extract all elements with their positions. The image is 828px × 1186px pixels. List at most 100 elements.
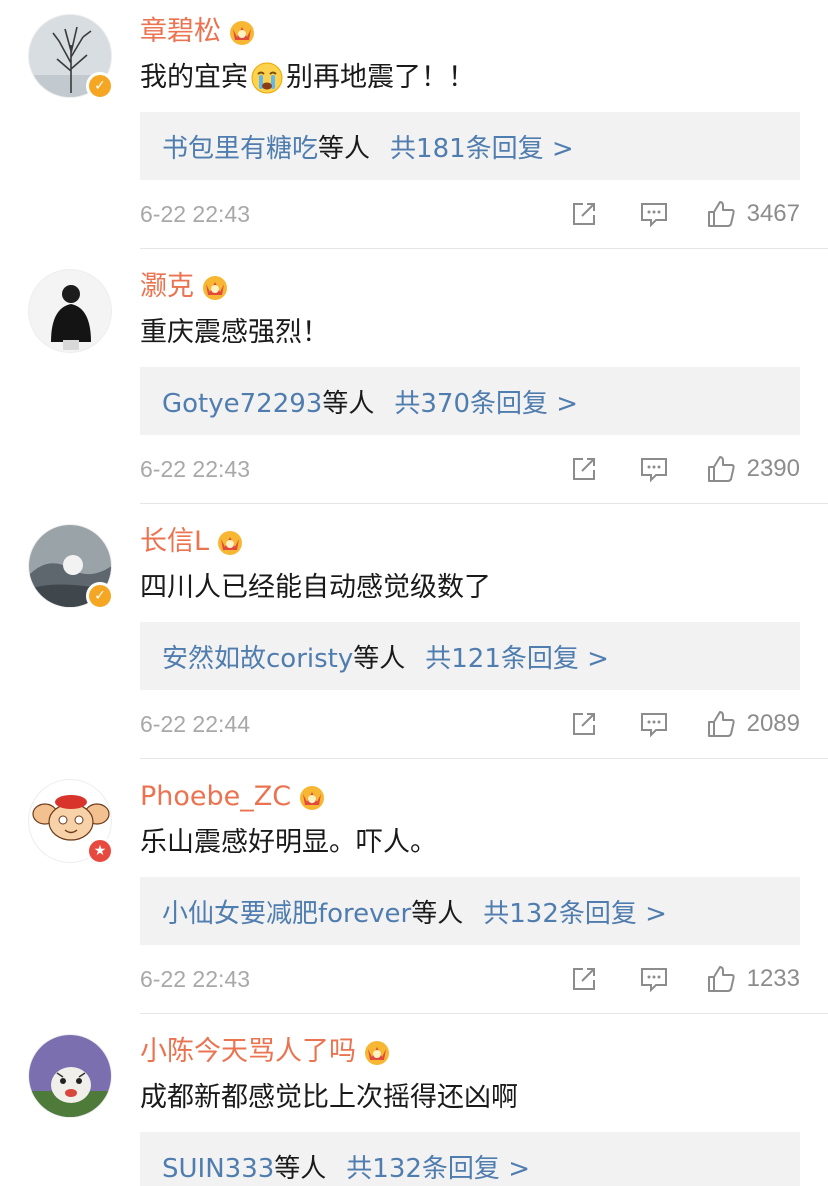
meta-row: 6-22 22:43 1233 bbox=[140, 961, 800, 997]
username[interactable]: 章碧松 bbox=[140, 14, 221, 50]
like-count: 1233 bbox=[746, 965, 800, 992]
comment-item: ★ Phoebe_ZC 乐山震感好明显。吓人。 小仙女要减肥forever等人 … bbox=[0, 765, 828, 1020]
comment-text: 成都新都感觉比上次摇得还凶啊 bbox=[140, 1078, 518, 1118]
reply-users[interactable]: 小仙女要减肥forever等人 bbox=[162, 893, 463, 930]
reply-users[interactable]: Gotye72293等人 bbox=[162, 383, 374, 420]
comment-item: 灏克 重庆震感强烈！ Gotye72293等人 共370条回复 > 6-22 2… bbox=[0, 255, 828, 510]
timestamp: 6-22 22:43 bbox=[140, 965, 250, 992]
white-tiger-avatar-icon bbox=[29, 1035, 111, 1117]
avatar-image bbox=[28, 1034, 112, 1118]
name-row: Phoebe_ZC bbox=[140, 779, 327, 815]
thumbs-up-icon bbox=[707, 966, 735, 992]
reply-users-suffix: 等人 bbox=[353, 643, 406, 674]
comment-icon[interactable] bbox=[639, 454, 669, 484]
vip-crown-icon[interactable] bbox=[362, 1037, 392, 1067]
reply-count-link[interactable]: 共132条回复 > bbox=[346, 1148, 530, 1185]
like-button[interactable]: 2390 bbox=[705, 453, 800, 485]
meta-row: 6-22 22:43 2390 bbox=[140, 451, 800, 487]
comment-text: 四川人已经能自动感觉级数了 bbox=[140, 568, 491, 608]
reply-users-name: 小仙女要减肥forever bbox=[162, 898, 412, 929]
comment-text: 乐山震感好明显。吓人。 bbox=[140, 823, 437, 863]
username[interactable]: 长信L bbox=[140, 524, 209, 560]
comment-text: 我的宜宾 别再地震了！！ bbox=[140, 58, 475, 98]
vip-crown-icon[interactable] bbox=[227, 17, 257, 47]
reply-users-suffix: 等人 bbox=[318, 133, 371, 164]
like-count: 2089 bbox=[746, 710, 800, 737]
share-icon[interactable] bbox=[569, 964, 599, 994]
share-icon[interactable] bbox=[569, 454, 599, 484]
reply-summary[interactable]: 安然如故coristy等人 共121条回复 > bbox=[140, 622, 800, 690]
avatar[interactable] bbox=[28, 1034, 112, 1118]
comment-text-part: 别再地震了！！ bbox=[286, 62, 475, 93]
reply-users-suffix: 等人 bbox=[411, 898, 464, 929]
timestamp: 6-22 22:44 bbox=[140, 710, 250, 737]
reply-summary[interactable]: 书包里有糖吃等人 共181条回复 > bbox=[140, 112, 800, 180]
verified-badge-icon: ✓ bbox=[86, 582, 114, 610]
reply-count-link[interactable]: 共132条回复 > bbox=[483, 893, 667, 930]
thumbs-up-icon bbox=[707, 456, 735, 482]
vip-crown-icon[interactable] bbox=[200, 272, 230, 302]
reply-users[interactable]: SUIN333等人 bbox=[162, 1148, 326, 1185]
share-icon[interactable] bbox=[569, 709, 599, 739]
reply-summary[interactable]: 小仙女要减肥forever等人 共132条回复 > bbox=[140, 877, 800, 945]
name-row: 小陈今天骂人了吗 bbox=[140, 1034, 392, 1070]
vip-crown-icon[interactable] bbox=[297, 782, 327, 812]
like-button[interactable]: 1233 bbox=[705, 963, 800, 995]
divider bbox=[140, 248, 828, 249]
meta-row: 6-22 22:44 2089 bbox=[140, 706, 800, 742]
reply-users-suffix: 等人 bbox=[274, 1153, 327, 1184]
reply-count-link[interactable]: 共181条回复 > bbox=[390, 128, 574, 165]
comment-item: ✓ 长信L 四川人已经能自动感觉级数了 安然如故coristy等人 共121条回… bbox=[0, 510, 828, 765]
share-icon[interactable] bbox=[569, 199, 599, 229]
reply-count-link[interactable]: 共370条回复 > bbox=[394, 383, 578, 420]
red-star-badge-icon: ★ bbox=[86, 837, 114, 865]
username[interactable]: 小陈今天骂人了吗 bbox=[140, 1034, 356, 1070]
comment-text-part: 成都新都感觉比上次摇得还凶啊 bbox=[140, 1082, 518, 1113]
reply-users-name: 书包里有糖吃 bbox=[162, 133, 319, 164]
reply-users-suffix: 等人 bbox=[322, 388, 375, 419]
avatar[interactable]: ✓ bbox=[28, 14, 114, 100]
avatar[interactable] bbox=[28, 269, 112, 353]
username[interactable]: 灏克 bbox=[140, 269, 194, 305]
comment-icon[interactable] bbox=[639, 709, 669, 739]
username[interactable]: Phoebe_ZC bbox=[140, 779, 291, 815]
actions: 1233 bbox=[569, 963, 800, 995]
person-silhouette-avatar-icon bbox=[29, 270, 111, 352]
comment-icon[interactable] bbox=[639, 199, 669, 229]
comment-text-part: 我的宜宾 bbox=[140, 62, 248, 93]
like-count: 3467 bbox=[746, 200, 800, 227]
like-button[interactable]: 3467 bbox=[705, 198, 800, 230]
avatar[interactable]: ★ bbox=[28, 779, 114, 865]
divider bbox=[140, 503, 828, 504]
avatar[interactable]: ✓ bbox=[28, 524, 114, 610]
like-button[interactable]: 2089 bbox=[705, 708, 800, 740]
comment-text-part: 乐山震感好明显。吓人。 bbox=[140, 827, 437, 858]
actions: 2089 bbox=[569, 708, 800, 740]
meta-row: 6-22 22:43 3467 bbox=[140, 196, 800, 232]
reply-count-link[interactable]: 共121条回复 > bbox=[425, 638, 609, 675]
comment-feed: ✓ 章碧松 我的宜宾 别再地震了！！ 书包里有糖吃等人 共181条回复 > 6-… bbox=[0, 0, 828, 1186]
thumbs-up-icon bbox=[707, 711, 735, 737]
thumbs-up-icon bbox=[707, 201, 735, 227]
timestamp: 6-22 22:43 bbox=[140, 455, 250, 482]
comment-text-part: 重庆震感强烈！ bbox=[140, 317, 329, 348]
comment-icon[interactable] bbox=[639, 964, 669, 994]
reply-users[interactable]: 书包里有糖吃等人 bbox=[162, 128, 370, 165]
comment-item: 小陈今天骂人了吗 成都新都感觉比上次摇得还凶啊 SUIN333等人 共132条回… bbox=[0, 1020, 828, 1186]
actions: 3467 bbox=[569, 198, 800, 230]
reply-users[interactable]: 安然如故coristy等人 bbox=[162, 638, 405, 675]
timestamp: 6-22 22:43 bbox=[140, 200, 250, 227]
comment-item: ✓ 章碧松 我的宜宾 别再地震了！！ 书包里有糖吃等人 共181条回复 > 6-… bbox=[0, 0, 828, 255]
reply-users-name: 安然如故coristy bbox=[162, 643, 354, 674]
reply-summary[interactable]: Gotye72293等人 共370条回复 > bbox=[140, 367, 800, 435]
reply-summary[interactable]: SUIN333等人 共132条回复 > bbox=[140, 1132, 800, 1186]
reply-users-name: SUIN333 bbox=[162, 1153, 275, 1184]
divider bbox=[140, 758, 828, 759]
divider bbox=[140, 1013, 828, 1014]
like-count: 2390 bbox=[746, 455, 800, 482]
vip-crown-icon[interactable] bbox=[215, 527, 245, 557]
actions: 2390 bbox=[569, 453, 800, 485]
comment-text: 重庆震感强烈！ bbox=[140, 313, 329, 353]
name-row: 灏克 bbox=[140, 269, 230, 305]
verified-badge-icon: ✓ bbox=[86, 72, 114, 100]
